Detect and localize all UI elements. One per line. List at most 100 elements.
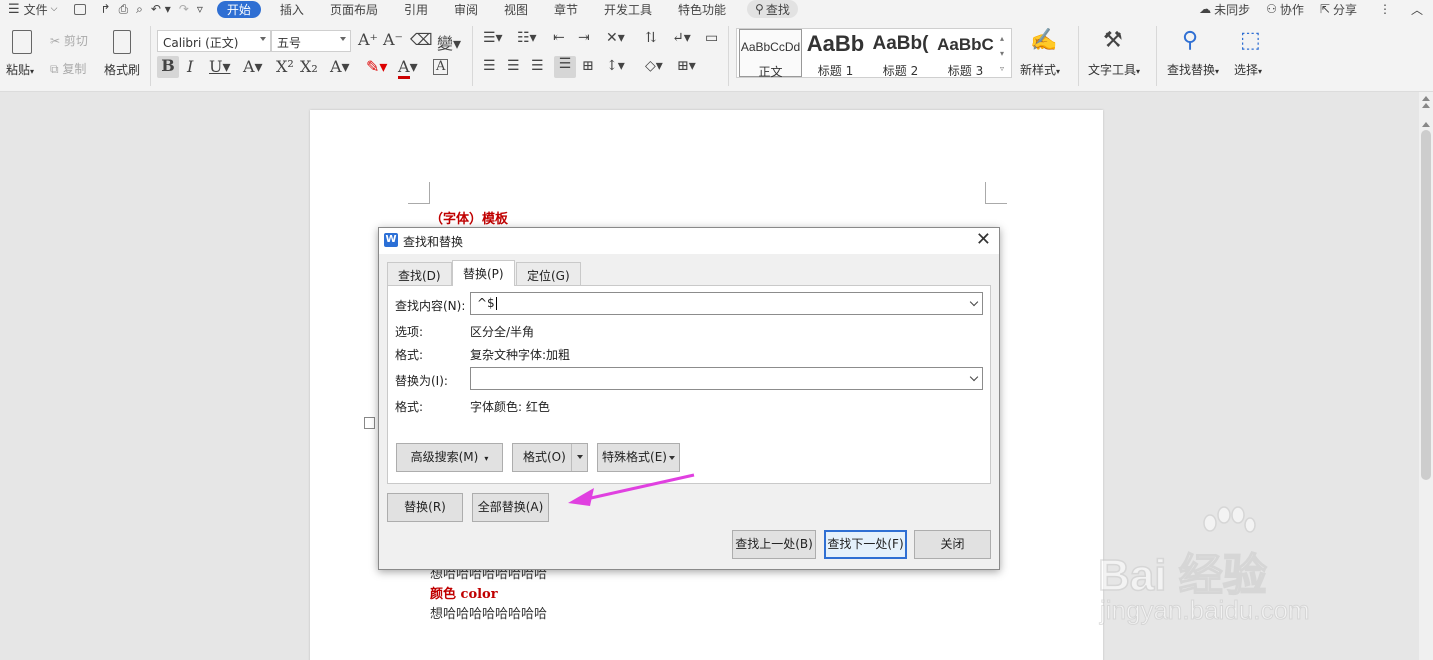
more-icon[interactable]: ⋮ [1365, 0, 1405, 18]
copy-button[interactable]: ⧉ 复制 [50, 60, 86, 77]
replace-button[interactable]: 替换(R) [387, 493, 463, 522]
tab-goto[interactable]: 定位(G) [516, 262, 581, 286]
tab-references[interactable]: 引用 [391, 0, 441, 18]
new-style-button[interactable]: 新样式▾ [1020, 61, 1060, 78]
export-icon[interactable]: ↱ [97, 0, 115, 18]
select-icon[interactable]: ⬚ [1240, 28, 1261, 53]
close-button[interactable]: 关闭 [914, 530, 991, 559]
format-button[interactable]: 格式(O) [512, 443, 588, 472]
redo-icon[interactable]: ↷ [175, 0, 193, 18]
italic-icon[interactable]: I [187, 57, 193, 76]
replace-all-button[interactable]: 全部替换(A) [472, 493, 549, 522]
format-painter-icon[interactable] [113, 30, 131, 54]
undo-icon[interactable]: ↶ ▾ [147, 0, 175, 18]
chevron-down-icon[interactable] [969, 297, 979, 307]
quick-access-more-icon[interactable]: ▿ [193, 0, 207, 18]
shading-icon[interactable]: ◇▾ [645, 58, 663, 74]
tab-insert[interactable]: 插入 [267, 0, 317, 18]
increase-font-icon[interactable]: A⁺ [358, 30, 378, 49]
table-grid-icon[interactable]: ▭ [705, 30, 718, 46]
font-size-combo[interactable]: 五号 [271, 30, 351, 52]
chinese-layout-icon[interactable]: ✕▾ [606, 30, 625, 46]
line-spacing-icon[interactable]: ↕▾ [606, 58, 625, 74]
show-marks-icon[interactable]: ↵▾ [672, 30, 691, 46]
paste-icon[interactable] [12, 30, 32, 54]
style-heading-2[interactable]: AaBb( 标题 2 [868, 29, 933, 78]
subscript-icon[interactable]: X₂ [300, 57, 318, 76]
new-style-icon[interactable]: ✍ [1030, 28, 1057, 53]
style-heading-3[interactable]: AaBbC 标题 3 [933, 29, 998, 78]
tab-review[interactable]: 审阅 [441, 0, 491, 18]
align-center-icon[interactable]: ☰ [507, 58, 520, 74]
justify-icon[interactable]: ☰ [554, 56, 576, 78]
chevron-down-icon[interactable] [969, 372, 979, 382]
font-color-icon[interactable]: A▾ [398, 57, 418, 79]
align-left-icon[interactable]: ☰ [483, 58, 496, 74]
sync-status[interactable]: ☁ 未同步 [1191, 0, 1258, 18]
tab-developer[interactable]: 开发工具 [591, 0, 665, 18]
highlight-icon[interactable]: ✎▾ [366, 57, 387, 76]
scroll-thumb[interactable] [1421, 130, 1431, 480]
print-icon[interactable]: ⎙ [115, 0, 133, 18]
distributed-icon[interactable]: ⊞ [582, 58, 594, 74]
style-heading-1[interactable]: AaBb 标题 1 [803, 29, 868, 78]
style-normal[interactable]: AaBbCcDd 正文 [739, 29, 802, 79]
paragraph-marker-icon[interactable] [364, 417, 375, 429]
select-button[interactable]: 选择▾ [1234, 61, 1262, 78]
close-icon[interactable]: ✕ [976, 231, 991, 249]
superscript-icon[interactable]: X² [276, 57, 294, 76]
format-painter-button[interactable]: 格式刷 [104, 61, 140, 78]
print-preview-icon[interactable]: ⌕ [132, 0, 147, 18]
decrease-font-icon[interactable]: A⁻ [383, 30, 403, 49]
bullet-list-icon[interactable]: ☰▾ [483, 30, 503, 46]
bold-icon[interactable]: B [157, 56, 179, 78]
scroll-up-icon[interactable] [1422, 103, 1430, 108]
font-name-combo[interactable]: Calibri (正文) [157, 30, 271, 52]
doc-color-line[interactable]: 颜色 color [430, 583, 498, 602]
dialog-titlebar[interactable]: W 查找和替换 ✕ [379, 228, 999, 254]
text-tools-icon[interactable]: ⚒ [1103, 28, 1123, 53]
share-button[interactable]: ⇱ 分享 [1312, 0, 1365, 18]
dialog-title: 查找和替换 [403, 235, 464, 249]
tab-chapter[interactable]: 章节 [541, 0, 591, 18]
tab-replace[interactable]: 替换(P) [452, 260, 515, 286]
tab-page-layout[interactable]: 页面布局 [317, 0, 391, 18]
doc-heading[interactable]: （字体）模板 [430, 208, 508, 227]
scroll-up-icon[interactable] [1422, 96, 1430, 101]
cut-button[interactable]: ✂ 剪切 [50, 32, 88, 49]
save-icon[interactable] [66, 0, 97, 18]
style-scroll-icon[interactable]: ▴ ▾ ▿ [1000, 31, 1010, 76]
increase-indent-icon[interactable]: ⇥ [578, 30, 590, 46]
border-icon[interactable]: ⊞▾ [677, 58, 696, 74]
special-format-button[interactable]: 特殊格式(E) [597, 443, 680, 472]
align-right-icon[interactable]: ☰ [531, 58, 544, 74]
collapse-ribbon-icon[interactable]: ︿ [1405, 0, 1433, 18]
menu-search[interactable]: ⚲ 查找 [747, 0, 798, 18]
replace-input[interactable] [470, 367, 983, 390]
tab-find[interactable]: 查找(D) [387, 262, 452, 286]
phonetic-icon[interactable]: 變▾ [437, 30, 461, 54]
tab-features[interactable]: 特色功能 [665, 0, 739, 18]
text-effect-icon[interactable]: A▾ [330, 57, 350, 76]
sort-icon[interactable]: ⇅ [645, 30, 657, 46]
paste-button[interactable]: 粘贴▾ [6, 61, 34, 78]
file-menu[interactable]: ☰ 文件 ⌵ [0, 0, 66, 18]
advanced-search-button[interactable]: 高级搜索(M) ▾ [396, 443, 503, 472]
find-previous-button[interactable]: 查找上一处(B) [732, 530, 816, 559]
clear-format-icon[interactable]: ⌫ [410, 30, 433, 49]
find-input[interactable]: ^$ [470, 292, 983, 315]
find-next-button[interactable]: 查找下一处(F) [824, 530, 907, 559]
find-replace-icon[interactable]: ⚲ [1182, 28, 1198, 53]
text-tools-button[interactable]: 文字工具▾ [1088, 61, 1140, 78]
underline-icon[interactable]: U▾ [209, 57, 231, 76]
scroll-up-icon[interactable] [1422, 122, 1430, 127]
char-border-icon[interactable]: A [433, 59, 449, 75]
doc-line[interactable]: 想哈哈哈哈哈哈哈哈 [430, 603, 547, 622]
strikethrough-icon[interactable]: A▾ [243, 57, 263, 76]
tab-view[interactable]: 视图 [491, 0, 541, 18]
numbered-list-icon[interactable]: ☷▾ [517, 30, 537, 46]
find-replace-button[interactable]: 查找替换▾ [1167, 61, 1219, 78]
tab-home[interactable]: 开始 [216, 0, 261, 18]
decrease-indent-icon[interactable]: ⇤ [553, 30, 565, 46]
collab-button[interactable]: ⚇ 协作 [1258, 0, 1312, 18]
